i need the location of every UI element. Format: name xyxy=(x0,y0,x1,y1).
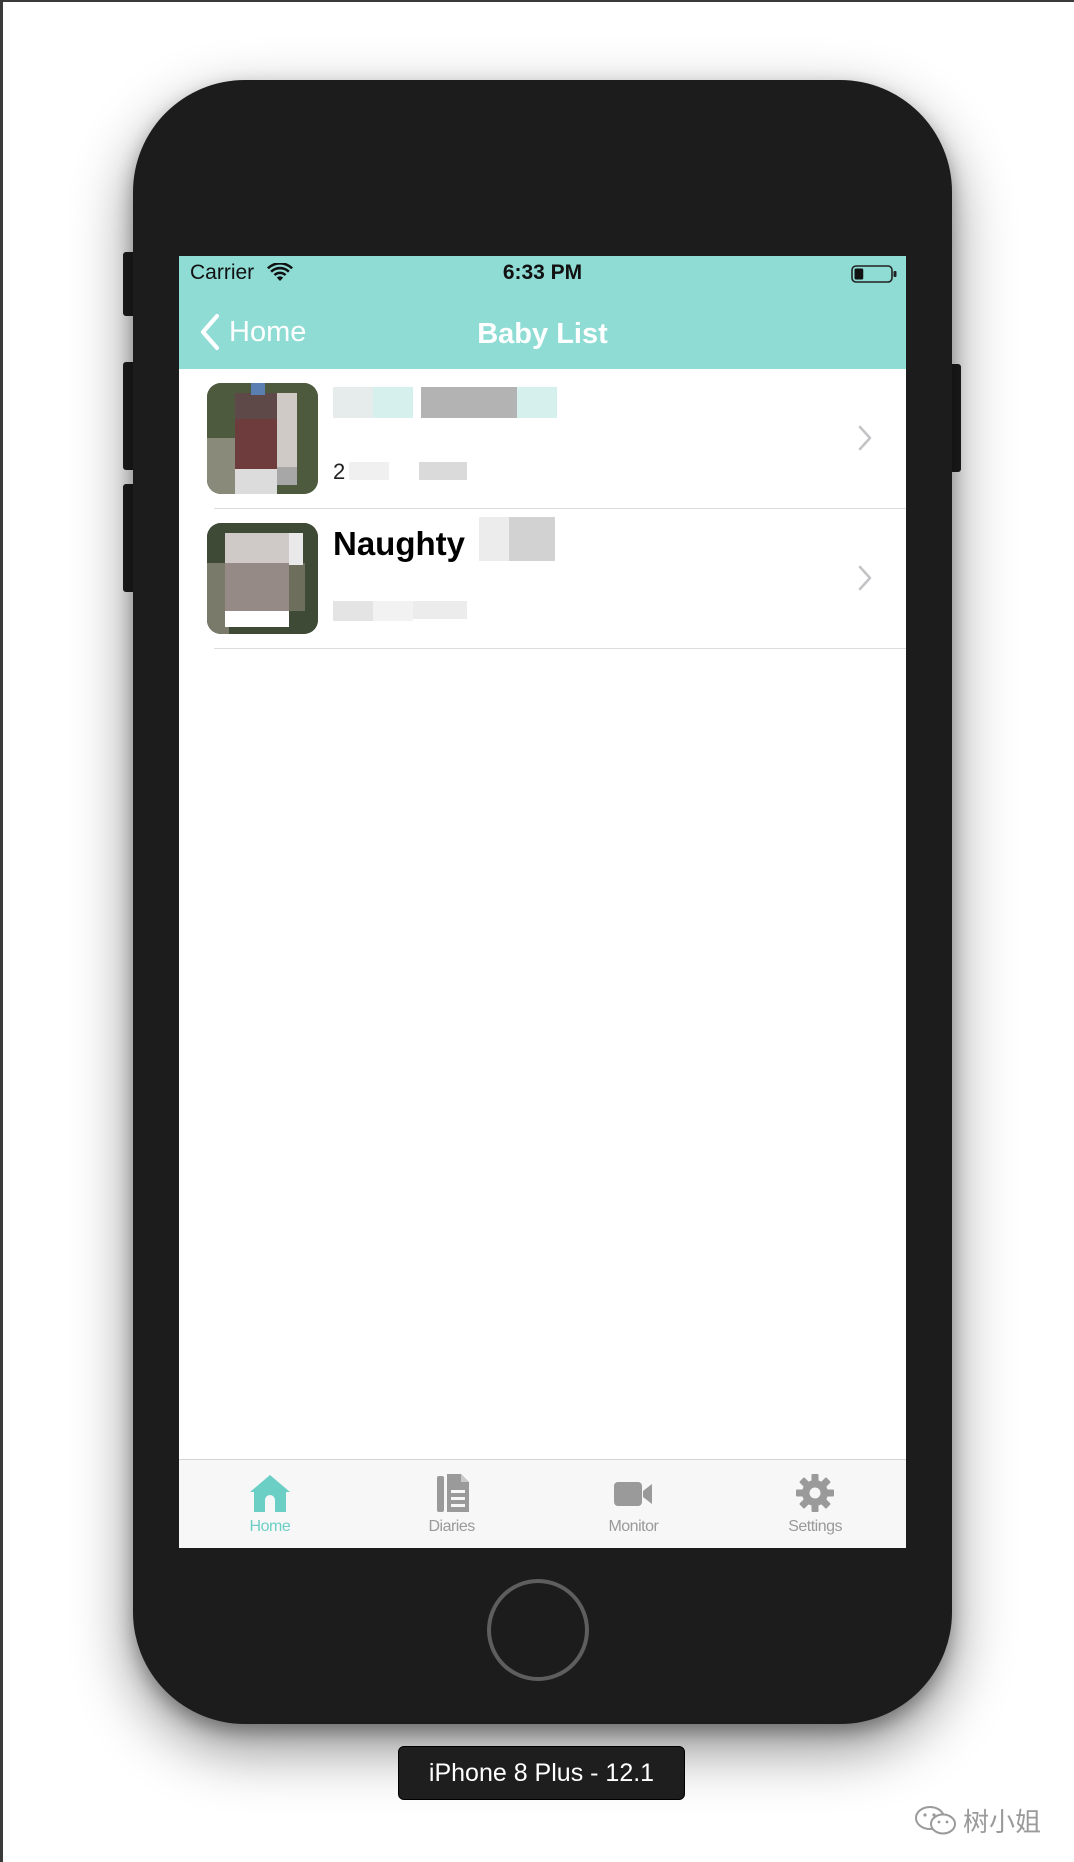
row-separator xyxy=(214,648,906,649)
baby-list: 2 Naughty xyxy=(179,369,906,649)
redacted-date xyxy=(413,601,467,619)
watermark: 树小姐 xyxy=(913,1802,1041,1839)
video-camera-icon xyxy=(614,1482,653,1506)
list-item[interactable]: Naughty xyxy=(179,509,906,649)
chevron-right-icon xyxy=(858,425,872,451)
device-label: iPhone 8 Plus - 12.1 xyxy=(398,1746,685,1800)
redacted-name xyxy=(333,387,373,418)
page-title: Baby List xyxy=(477,318,608,350)
home-button[interactable] xyxy=(487,1579,589,1681)
wechat-icon xyxy=(915,1805,956,1834)
redacted-name xyxy=(373,387,413,418)
redacted-name xyxy=(517,387,557,418)
tab-label: Diaries xyxy=(428,1518,475,1535)
tab-bar: Home Diaries Monitor Settings xyxy=(179,1459,906,1548)
home-icon xyxy=(249,1475,290,1512)
baby-name: Naughty xyxy=(333,525,465,562)
list-item[interactable]: 2 xyxy=(179,369,906,509)
redacted-date xyxy=(349,462,389,480)
avatar xyxy=(207,523,318,634)
status-time: 6:33 PM xyxy=(502,261,583,284)
document-icon xyxy=(436,1474,469,1512)
redacted-date xyxy=(419,462,467,480)
tab-diaries[interactable]: Diaries xyxy=(361,1460,543,1548)
redacted-name xyxy=(421,387,517,418)
tab-settings[interactable]: Settings xyxy=(724,1460,906,1548)
navigation-header: Carrier 6:33 PM Home Baby List xyxy=(179,256,906,369)
navigation-bar: Home Baby List xyxy=(179,290,906,369)
redacted-date xyxy=(333,601,373,621)
redacted-date xyxy=(373,601,413,621)
gear-icon xyxy=(796,1474,835,1512)
tab-monitor[interactable]: Monitor xyxy=(543,1460,725,1548)
app-screen: Carrier 6:33 PM Home Baby List 2 Naughty… xyxy=(179,256,906,1548)
redacted-name xyxy=(509,517,555,561)
battery-icon xyxy=(851,265,897,283)
redacted-name xyxy=(479,517,509,561)
tab-label: Monitor xyxy=(608,1518,659,1535)
watermark-text: 树小姐 xyxy=(963,1807,1042,1837)
baby-birthdate: 2 xyxy=(333,459,346,484)
tab-home[interactable]: Home xyxy=(179,1460,361,1548)
status-bar: Carrier 6:33 PM xyxy=(179,256,906,290)
tab-label: Settings xyxy=(788,1518,843,1535)
tab-label: Home xyxy=(249,1518,291,1535)
avatar xyxy=(207,383,318,494)
chevron-right-icon xyxy=(858,565,872,591)
